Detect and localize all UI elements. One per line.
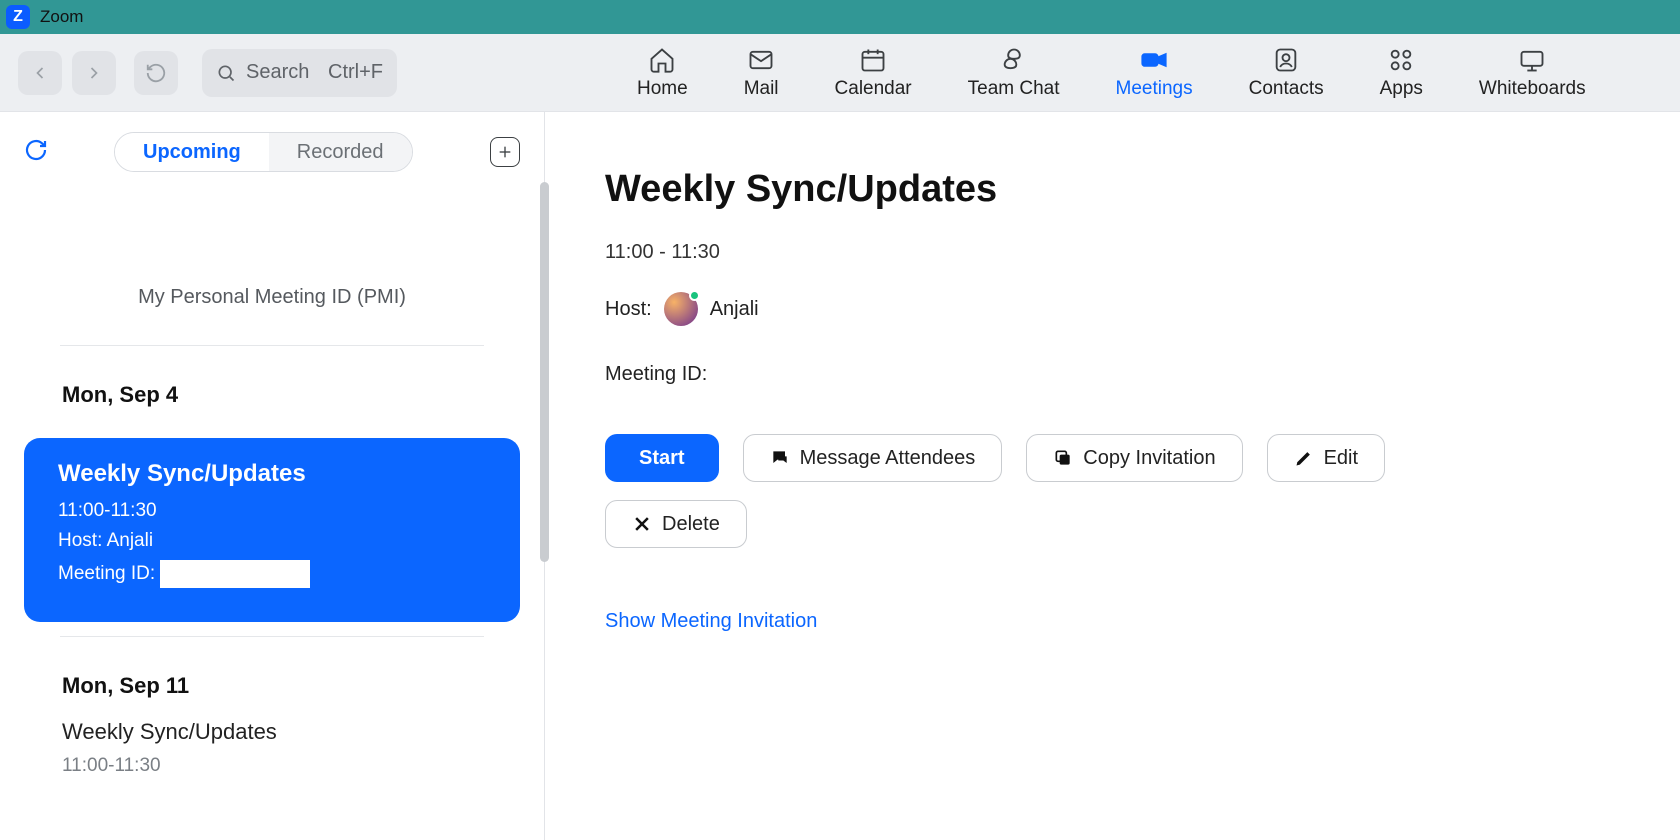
button-label: Start [639,447,685,470]
meeting-card[interactable]: Weekly Sync/Updates 11:00-11:30 [0,719,544,777]
tab-apps[interactable]: Apps [1380,46,1423,100]
edit-icon [1294,448,1314,468]
nav-tabs: Home Mail Calendar Team Chat Meetings Co… [637,46,1586,100]
meeting-sidebar: Upcoming Recorded My Personal Meeting ID… [0,112,545,840]
contacts-icon [1272,46,1300,74]
tab-label: Whiteboards [1479,78,1586,100]
pmi-block[interactable]: My Personal Meeting ID (PMI) [0,236,544,339]
host-row: Host: Anjali [605,292,1680,326]
refresh-button[interactable] [24,138,48,167]
tab-contacts[interactable]: Contacts [1249,46,1324,100]
tab-label: Mail [744,78,779,100]
calendar-icon [859,46,887,74]
button-label: Delete [662,513,720,536]
meeting-time: 11:00-11:30 [58,500,494,522]
plus-icon [497,144,513,160]
chat-icon [1000,46,1028,74]
meeting-id-row: Meeting ID: [605,354,1680,394]
segment-recorded[interactable]: Recorded [269,133,412,171]
scrollbar[interactable] [540,182,549,562]
presence-dot [689,290,700,301]
edit-button[interactable]: Edit [1267,434,1385,482]
add-meeting-button[interactable] [490,137,520,167]
detail-title: Weekly Sync/Updates [605,168,1680,211]
tab-home[interactable]: Home [637,46,688,100]
tab-meetings[interactable]: Meetings [1116,46,1193,100]
date-header: Mon, Sep 11 [0,637,544,719]
zoom-app-icon: Z [6,5,30,29]
start-button[interactable]: Start [605,434,719,482]
chevron-left-icon [30,63,50,83]
tab-calendar[interactable]: Calendar [835,46,912,100]
nav-forward-button[interactable] [72,51,116,95]
detail-time: 11:00 - 11:30 [605,241,1680,264]
pmi-value-redacted [177,236,367,272]
meeting-title: Weekly Sync/Updates [58,460,494,488]
tab-label: Meetings [1116,78,1193,100]
history-button[interactable] [134,51,178,95]
avatar [664,292,698,326]
tab-label: Apps [1380,78,1423,100]
date-header: Mon, Sep 4 [0,346,544,428]
meeting-time: 11:00-11:30 [62,755,544,777]
meeting-title: Weekly Sync/Updates [62,719,544,745]
host-label: Host: [605,298,652,321]
search-shortcut: Ctrl+F [328,61,383,84]
search-input[interactable]: Search Ctrl+F [202,49,397,97]
button-label: Copy Invitation [1083,447,1215,470]
home-icon [648,46,676,74]
meeting-id-label: Meeting ID: [605,363,707,386]
tab-label: Contacts [1249,78,1324,100]
copy-invitation-button[interactable]: Copy Invitation [1026,434,1242,482]
copy-icon [1053,448,1073,468]
button-label: Edit [1324,447,1358,470]
whiteboard-icon [1518,46,1546,74]
tab-whiteboards[interactable]: Whiteboards [1479,46,1586,100]
search-icon [216,63,236,83]
close-icon [632,514,652,534]
meeting-id-label: Meeting ID: [58,563,155,584]
window-title: Zoom [40,7,83,27]
history-icon [145,62,167,84]
segmented-control: Upcoming Recorded [114,132,413,172]
tab-label: Home [637,78,688,100]
host-name: Anjali [710,298,759,321]
chevron-right-icon [84,63,104,83]
tab-mail[interactable]: Mail [744,46,779,100]
show-invitation-link[interactable]: Show Meeting Invitation [605,610,817,633]
tab-label: Team Chat [968,78,1060,100]
video-icon [1140,46,1168,74]
button-label: Message Attendees [800,447,976,470]
meeting-id-redacted [717,354,867,394]
meeting-id-redacted [160,560,310,588]
nav-back-button[interactable] [18,51,62,95]
meeting-host: Host: Anjali [58,530,494,552]
main: Upcoming Recorded My Personal Meeting ID… [0,112,1680,840]
delete-button[interactable]: Delete [605,500,747,548]
pmi-label: My Personal Meeting ID (PMI) [0,286,544,309]
tab-label: Calendar [835,78,912,100]
mail-icon [747,46,775,74]
tab-team-chat[interactable]: Team Chat [968,46,1060,100]
message-attendees-button[interactable]: Message Attendees [743,434,1003,482]
message-icon [770,448,790,468]
meeting-card[interactable]: Weekly Sync/Updates 11:00-11:30 Host: An… [24,438,520,622]
refresh-icon [24,138,48,162]
titlebar: Z Zoom [0,0,1680,34]
action-row: Start Message Attendees Copy Invitation … [605,434,1680,482]
toolbar: Search Ctrl+F Home Mail Calendar Team Ch… [0,34,1680,112]
meeting-detail: Weekly Sync/Updates 11:00 - 11:30 Host: … [545,112,1680,840]
apps-icon [1387,46,1415,74]
meeting-id-line: Meeting ID: [58,560,494,588]
search-placeholder: Search [246,61,309,84]
segment-upcoming[interactable]: Upcoming [115,133,269,171]
